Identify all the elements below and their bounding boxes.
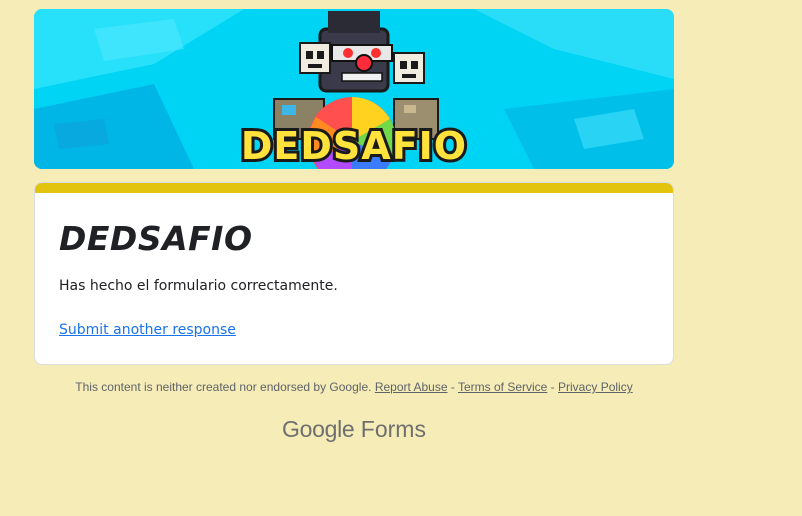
privacy-policy-link[interactable]: Privacy Policy: [558, 380, 633, 394]
header-banner-image: DEDSAFIO: [34, 9, 674, 169]
google-forms-logo[interactable]: Google Forms: [34, 414, 674, 444]
footer-separator: -: [447, 380, 458, 394]
forms-wordmark: Forms: [360, 416, 426, 442]
terms-of-service-link[interactable]: Terms of Service: [458, 380, 547, 394]
logo-wordmark: DEDSAFIO: [241, 124, 467, 168]
footer-separator: -: [547, 380, 559, 394]
disclaimer-text: This content is neither created nor endo…: [75, 380, 372, 394]
form-page: DEDSAFIO DEDSAFIO Has hecho el formulari…: [0, 0, 802, 516]
card-accent-bar: [35, 183, 673, 193]
form-title: DEDSAFIO: [59, 219, 253, 258]
confirmation-message: Has hecho el formulario correctamente.: [59, 278, 338, 294]
confirmation-card: DEDSAFIO Has hecho el formulario correct…: [34, 182, 674, 365]
footer-disclaimer: This content is neither created nor endo…: [34, 379, 674, 395]
google-wordmark: Google: [282, 416, 355, 442]
submit-another-response-link[interactable]: Submit another response: [59, 320, 236, 340]
report-abuse-link[interactable]: Report Abuse: [375, 380, 448, 394]
